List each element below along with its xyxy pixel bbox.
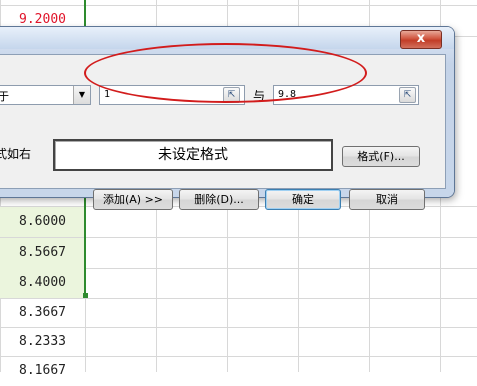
cancel-button[interactable]: 取消 <box>349 189 425 210</box>
format-preview: 未设定格式 <box>53 139 333 171</box>
table-cell[interactable]: 8.6000 <box>0 207 85 237</box>
operator-select-value: 于 <box>0 90 9 103</box>
format-button[interactable]: 格式(F)... <box>342 146 420 167</box>
operator-select[interactable]: 于 ▼ <box>0 85 91 105</box>
close-button[interactable]: x <box>400 30 442 49</box>
table-cell[interactable]: 8.4000 <box>0 268 85 298</box>
add-button[interactable]: 添加(A) >> <box>93 189 173 210</box>
table-cell[interactable]: 8.3667 <box>0 298 85 328</box>
table-cell[interactable]: 8.1667 <box>0 356 85 386</box>
ok-button[interactable]: 确定 <box>265 189 341 210</box>
table-cell[interactable]: 8.5667 <box>0 238 85 268</box>
preview-label: 式如右 <box>0 147 32 161</box>
chevron-down-icon[interactable]: ▼ <box>73 86 90 104</box>
delete-button[interactable]: 删除(D)... <box>179 189 259 210</box>
table-cell[interactable]: 8.2333 <box>0 327 85 357</box>
range-select-icon[interactable]: ⇱ <box>399 87 416 103</box>
fill-handle[interactable] <box>83 293 88 298</box>
annotation-oval <box>84 43 367 103</box>
